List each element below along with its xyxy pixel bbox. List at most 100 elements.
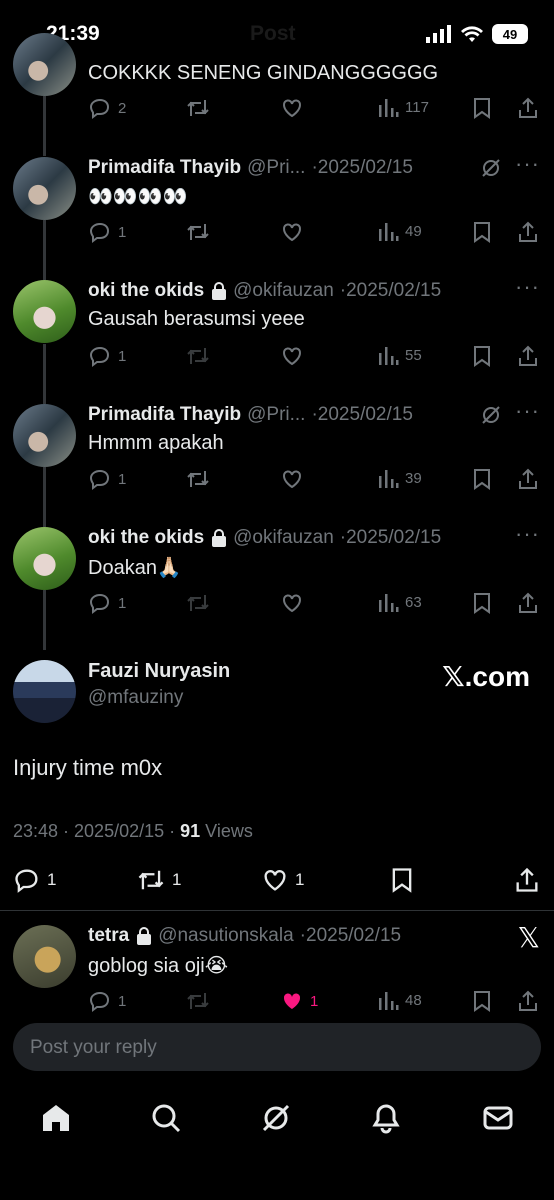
avatar[interactable]	[13, 660, 76, 723]
author-name[interactable]: Primadifa Thayib	[88, 404, 241, 426]
grok-icon[interactable]	[480, 157, 502, 179]
retweet-button[interactable]	[185, 220, 211, 244]
author-handle[interactable]: @nasutionskala	[158, 925, 293, 947]
reply-icon	[89, 98, 110, 119]
avatar[interactable]	[13, 280, 76, 343]
views-button[interactable]: 48	[377, 989, 422, 1011]
share-button[interactable]	[516, 591, 540, 615]
battery-icon: 49	[492, 24, 528, 44]
share-button[interactable]	[516, 467, 540, 491]
views-button[interactable]: 55	[377, 344, 422, 366]
header-title-faded: Post	[250, 22, 296, 45]
like-button[interactable]	[280, 96, 304, 120]
reply-button[interactable]: 1	[88, 220, 126, 244]
retweet-button[interactable]: 1	[136, 866, 181, 894]
author-name[interactable]: Fauzi Nuryasin	[88, 660, 230, 683]
reply-button[interactable]: 1	[88, 344, 126, 368]
avatar[interactable]	[13, 33, 76, 96]
heart-icon	[264, 870, 286, 891]
grok-icon[interactable]	[480, 404, 502, 426]
author-handle[interactable]: @Pri...	[247, 404, 305, 426]
bookmark-icon	[474, 469, 490, 490]
like-button-active[interactable]: 1	[280, 989, 318, 1013]
bookmark-button[interactable]	[471, 344, 493, 368]
author-handle[interactable]: @mfauziny	[88, 687, 183, 709]
action-bar: 1 1 48	[88, 989, 542, 1017]
author-handle[interactable]: @Pri...	[247, 157, 305, 179]
reply-button[interactable]: 1	[88, 989, 126, 1013]
home-icon[interactable]	[40, 1102, 72, 1134]
avatar[interactable]	[13, 527, 76, 590]
bookmark-button[interactable]	[471, 467, 493, 491]
share-button[interactable]	[516, 989, 540, 1013]
like-button[interactable]	[280, 467, 304, 491]
share-icon	[519, 592, 537, 613]
author-name[interactable]: oki the okids	[88, 527, 204, 549]
heart-icon	[283, 470, 301, 489]
lock-icon	[212, 282, 227, 300]
tweet-date: 2025/02/15	[346, 527, 442, 548]
reply-button[interactable]: 1	[88, 591, 126, 615]
views-button[interactable]: 117	[377, 96, 429, 118]
bookmark-button[interactable]	[471, 591, 493, 615]
author-name[interactable]: Primadifa Thayib	[88, 157, 241, 179]
share-icon	[519, 990, 537, 1011]
like-button[interactable]	[280, 591, 304, 615]
retweet-button[interactable]	[185, 989, 211, 1013]
bookmark-button[interactable]	[471, 220, 493, 244]
avatar[interactable]	[13, 404, 76, 467]
retweet-button[interactable]	[185, 344, 211, 368]
like-button[interactable]	[280, 344, 304, 368]
like-button[interactable]	[280, 220, 304, 244]
retweet-button[interactable]	[185, 96, 211, 120]
share-button[interactable]	[513, 866, 541, 894]
author-handle[interactable]: @okifauzan	[233, 280, 334, 302]
bookmark-button[interactable]	[389, 866, 415, 894]
bottom-nav	[0, 1088, 554, 1200]
author-name[interactable]: tetra	[88, 925, 129, 947]
views-button[interactable]: 39	[377, 467, 422, 489]
more-options-icon[interactable]: ···	[515, 521, 540, 547]
share-button[interactable]	[516, 220, 540, 244]
more-options-icon[interactable]: ···	[515, 398, 540, 424]
bar-chart-icon	[379, 99, 399, 117]
share-button[interactable]	[516, 96, 540, 120]
retweet-button[interactable]	[185, 591, 211, 615]
more-options-icon[interactable]: ···	[515, 151, 540, 177]
reply-icon	[89, 346, 110, 367]
like-button[interactable]: 1	[261, 866, 304, 894]
tweet-text: Injury time m0x	[13, 755, 163, 780]
reply-button[interactable]: 1	[88, 467, 126, 491]
search-icon[interactable]	[150, 1102, 182, 1134]
retweet-icon	[187, 595, 209, 611]
views-button[interactable]: 49	[377, 220, 422, 242]
share-button[interactable]	[516, 344, 540, 368]
tweet-date: 2025/02/15	[306, 925, 402, 946]
reply-icon	[89, 222, 110, 243]
author-name[interactable]: oki the okids	[88, 280, 204, 302]
bell-icon[interactable]	[370, 1102, 402, 1134]
thread-line	[43, 220, 46, 280]
views-button[interactable]: 63	[377, 591, 422, 613]
author-handle[interactable]: @okifauzan	[233, 527, 334, 549]
bookmark-button[interactable]	[471, 989, 493, 1013]
reply-button[interactable]: 1	[13, 866, 56, 894]
retweet-button[interactable]	[185, 467, 211, 491]
more-options-icon[interactable]: ···	[515, 274, 540, 300]
share-icon	[519, 345, 537, 366]
tweet-date: 2025/02/15	[317, 404, 413, 425]
reply-button[interactable]: 2	[88, 96, 126, 120]
close-icon[interactable]: 𝕏	[517, 921, 540, 954]
bar-chart-icon	[379, 992, 399, 1010]
bookmark-button[interactable]	[471, 96, 493, 120]
reply-composer[interactable]: Post your reply	[13, 1023, 541, 1071]
action-bar: 1 1 1	[13, 866, 541, 896]
mail-icon[interactable]	[482, 1102, 514, 1134]
retweet-icon	[187, 471, 209, 487]
grok-icon[interactable]	[260, 1102, 292, 1134]
avatar[interactable]	[13, 925, 76, 988]
heart-filled-icon	[283, 993, 301, 1009]
avatar[interactable]	[13, 157, 76, 220]
reply-text: COKKKK SENENG GINDANGGGGGG	[88, 62, 439, 84]
action-bar: 1 63	[88, 591, 542, 619]
